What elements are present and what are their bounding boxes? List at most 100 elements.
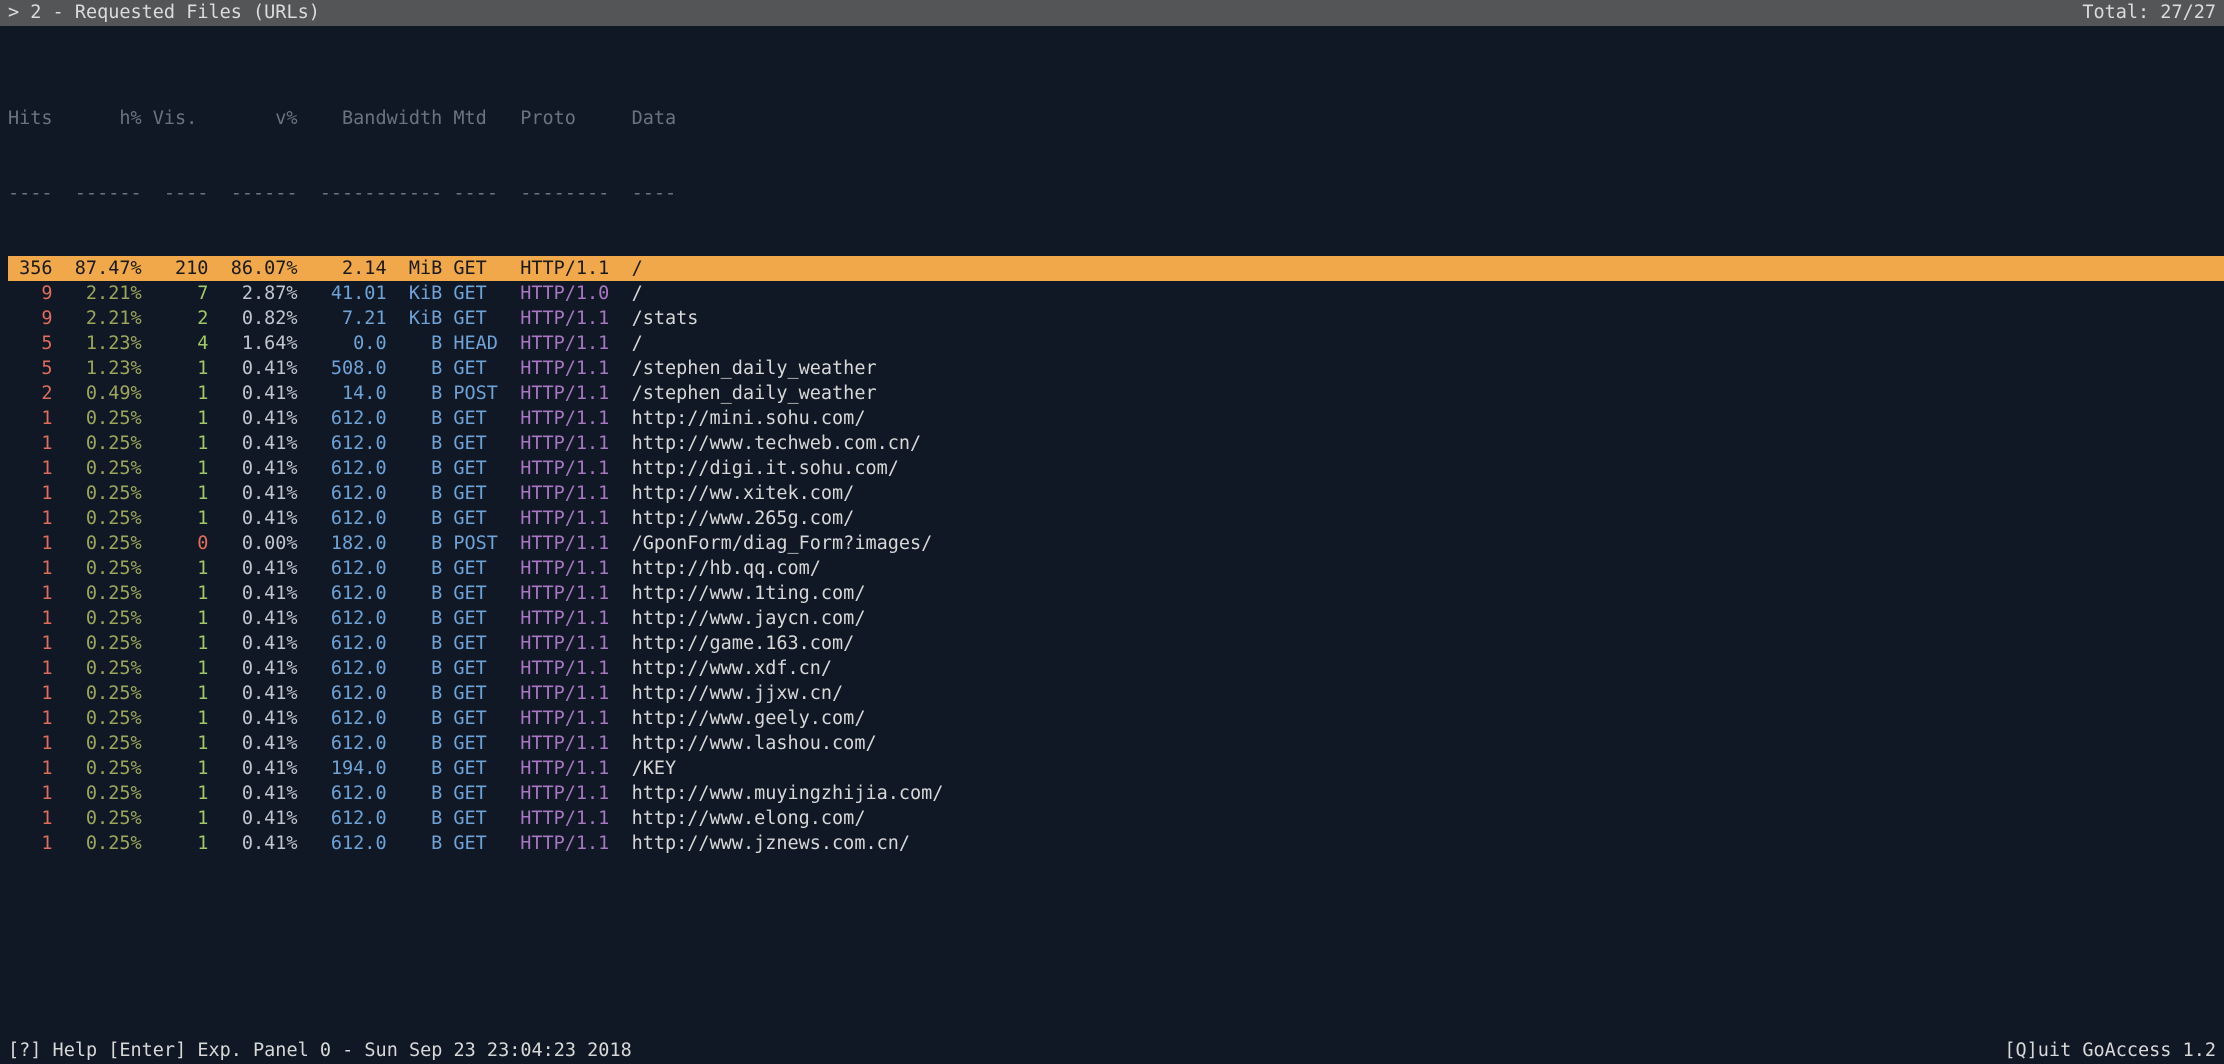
cell-hits: 1 xyxy=(8,406,53,431)
table-row[interactable]: 92.21%20.82%7.21KiBGETHTTP/1.1/stats xyxy=(8,306,2224,331)
table-row[interactable]: 35687.47%21086.07%2.14MiBGETHTTP/1.1/ xyxy=(8,256,2224,281)
cell-proto: HTTP/1.1 xyxy=(520,256,620,281)
table-row[interactable]: 10.25%10.41%612.0 BGETHTTP/1.1http://www… xyxy=(8,506,2224,531)
cell-data: http://www.1ting.com/ xyxy=(632,581,866,606)
dash: ------ xyxy=(220,181,298,206)
cell-proto: HTTP/1.1 xyxy=(520,331,620,356)
cell-bwu: B xyxy=(398,481,443,506)
table-row[interactable]: 10.25%10.41%612.0 BGETHTTP/1.1http://www… xyxy=(8,731,2224,756)
cell-mtd: POST xyxy=(453,531,509,556)
cell-data: http://www.jznews.com.cn/ xyxy=(632,831,910,856)
cell-hits: 9 xyxy=(8,306,53,331)
cell-hits: 1 xyxy=(8,556,53,581)
table-row[interactable]: 10.25%10.41%612.0 BGETHTTP/1.1http://www… xyxy=(8,806,2224,831)
cell-hpct: 1.23% xyxy=(64,356,142,381)
table-row[interactable]: 10.25%10.41%194.0 BGETHTTP/1.1/KEY xyxy=(8,756,2224,781)
cell-vpct: 0.41% xyxy=(220,506,298,531)
cell-proto: HTTP/1.1 xyxy=(520,356,620,381)
table-row[interactable]: 10.25%10.41%612.0 BGETHTTP/1.1http://min… xyxy=(8,406,2224,431)
cell-hpct: 0.25% xyxy=(64,431,142,456)
cell-bwu: KiB xyxy=(398,306,443,331)
cell-vpct: 0.41% xyxy=(220,606,298,631)
cell-data: http://www.jaycn.com/ xyxy=(632,606,866,631)
cell-vpct: 1.64% xyxy=(220,331,298,356)
cell-vpct: 86.07% xyxy=(220,256,298,281)
table-row[interactable]: 20.49%10.41%14.0 BPOSTHTTP/1.1/stephen_d… xyxy=(8,381,2224,406)
table-row[interactable]: 92.21%72.87%41.01KiBGETHTTP/1.0/ xyxy=(8,281,2224,306)
cell-vpct: 0.41% xyxy=(220,656,298,681)
table-row[interactable]: 10.25%10.41%612.0 BGETHTTP/1.1http://www… xyxy=(8,431,2224,456)
cell-data: http://www.geely.com/ xyxy=(632,706,866,731)
cell-hpct: 0.25% xyxy=(64,581,142,606)
cell-proto: HTTP/1.1 xyxy=(520,731,620,756)
cell-hpct: 0.25% xyxy=(64,731,142,756)
cell-data: http://hb.qq.com/ xyxy=(632,556,821,581)
table-row[interactable]: 51.23%10.41%508.0 BGETHTTP/1.1/stephen_d… xyxy=(8,356,2224,381)
cell-hpct: 0.25% xyxy=(64,481,142,506)
cell-proto: HTTP/1.1 xyxy=(520,406,620,431)
table-row[interactable]: 10.25%10.41%612.0 BGETHTTP/1.1http://www… xyxy=(8,706,2224,731)
cell-hits: 1 xyxy=(8,706,53,731)
cell-data: http://game.163.com/ xyxy=(632,631,855,656)
cell-bwu: B xyxy=(398,731,443,756)
cell-vis: 1 xyxy=(153,831,209,856)
dash: -------- xyxy=(520,181,620,206)
cell-proto: HTTP/1.1 xyxy=(520,306,620,331)
table-row[interactable]: 10.25%10.41%612.0 BGETHTTP/1.1http://ww.… xyxy=(8,481,2224,506)
cell-proto: HTTP/1.1 xyxy=(520,756,620,781)
cell-hits: 1 xyxy=(8,806,53,831)
table-row[interactable]: 10.25%10.41%612.0 BGETHTTP/1.1http://dig… xyxy=(8,456,2224,481)
cell-hpct: 0.25% xyxy=(64,806,142,831)
table-row[interactable]: 10.25%10.41%612.0 BGETHTTP/1.1http://www… xyxy=(8,581,2224,606)
cell-vis: 0 xyxy=(153,531,209,556)
table-row[interactable]: 10.25%10.41%612.0 BGETHTTP/1.1http://www… xyxy=(8,781,2224,806)
cell-hpct: 0.25% xyxy=(64,781,142,806)
table-row[interactable]: 10.25%10.41%612.0 BGETHTTP/1.1http://www… xyxy=(8,831,2224,856)
cell-vpct: 0.41% xyxy=(220,806,298,831)
table-row[interactable]: 51.23%41.64%0.0 BHEADHTTP/1.1/ xyxy=(8,331,2224,356)
cell-hits: 1 xyxy=(8,781,53,806)
cell-bw: 612.0 xyxy=(309,806,387,831)
cell-bwu: B xyxy=(398,681,443,706)
cell-hits: 5 xyxy=(8,331,53,356)
table-row[interactable]: 10.25%10.41%612.0 BGETHTTP/1.1http://gam… xyxy=(8,631,2224,656)
col-hits: Hits xyxy=(8,106,53,131)
cell-data: /stats xyxy=(632,306,699,331)
cell-bw: 612.0 xyxy=(309,781,387,806)
cell-bw: 612.0 xyxy=(309,506,387,531)
cell-data: / xyxy=(632,281,643,306)
column-headers: Hits h% Vis. v% Bandwidth Mtd Proto Data xyxy=(8,106,2224,131)
cell-bw: 41.01 xyxy=(309,281,387,306)
cell-hpct: 87.47% xyxy=(64,256,142,281)
cell-hpct: 0.25% xyxy=(64,656,142,681)
cell-bw: 612.0 xyxy=(309,606,387,631)
cell-vpct: 0.41% xyxy=(220,756,298,781)
cell-bwu: B xyxy=(398,531,443,556)
dash: ------ xyxy=(64,181,142,206)
cell-hpct: 0.25% xyxy=(64,706,142,731)
cell-data: http://www.elong.com/ xyxy=(632,806,866,831)
cell-mtd: GET xyxy=(453,481,509,506)
dash: ---- xyxy=(153,181,209,206)
status-left: [?] Help [Enter] Exp. Panel 0 - Sun Sep … xyxy=(8,1038,632,1064)
col-proto: Proto xyxy=(520,106,620,131)
cell-data: / xyxy=(632,256,643,281)
cell-vpct: 0.82% xyxy=(220,306,298,331)
cell-proto: HTTP/1.1 xyxy=(520,831,620,856)
col-vpct: v% xyxy=(220,106,298,131)
cell-proto: HTTP/1.1 xyxy=(520,681,620,706)
cell-bwu: B xyxy=(398,831,443,856)
table-row[interactable]: 10.25%10.41%612.0 BGETHTTP/1.1http://www… xyxy=(8,681,2224,706)
cell-mtd: GET xyxy=(453,606,509,631)
table-row[interactable]: 10.25%10.41%612.0 BGETHTTP/1.1http://hb.… xyxy=(8,556,2224,581)
cell-vis: 4 xyxy=(153,331,209,356)
cell-bw: 2.14 xyxy=(309,256,387,281)
cell-mtd: GET xyxy=(453,506,509,531)
cell-data: http://www.xdf.cn/ xyxy=(632,656,832,681)
table-row[interactable]: 10.25%10.41%612.0 BGETHTTP/1.1http://www… xyxy=(8,656,2224,681)
col-bw: Bandwidth xyxy=(309,106,443,131)
table-row[interactable]: 10.25%00.00%182.0 BPOSTHTTP/1.1/GponForm… xyxy=(8,531,2224,556)
table-row[interactable]: 10.25%10.41%612.0 BGETHTTP/1.1http://www… xyxy=(8,606,2224,631)
status-bar: [?] Help [Enter] Exp. Panel 0 - Sun Sep … xyxy=(0,1038,2224,1064)
cell-data: / xyxy=(632,331,643,356)
